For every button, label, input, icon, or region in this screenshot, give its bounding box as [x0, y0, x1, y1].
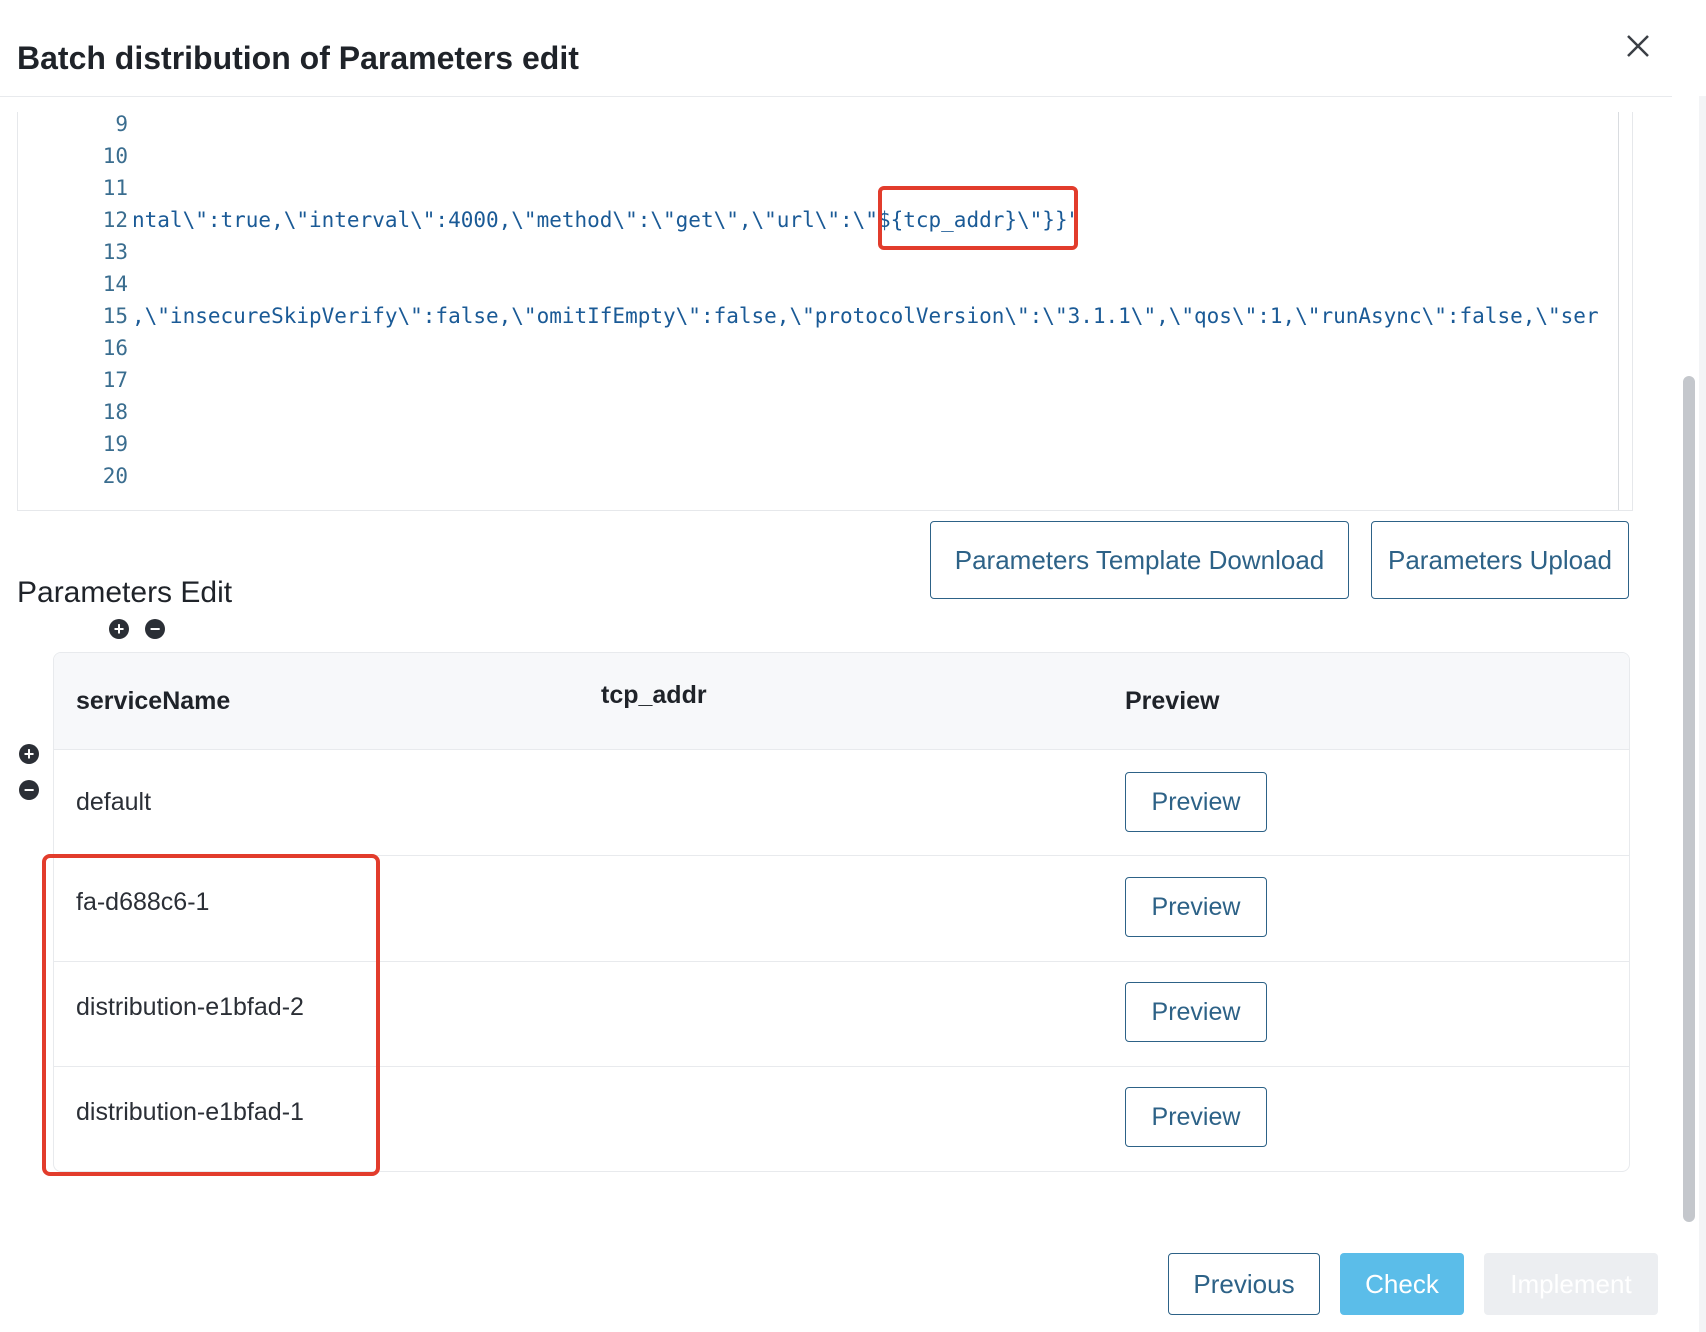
code-line: 13	[18, 240, 1632, 272]
section-title: Parameters Edit	[17, 576, 233, 609]
code-line: 11	[18, 176, 1632, 208]
code-line: 17	[18, 368, 1632, 400]
dialog-header: Batch distribution of Parameters edit	[0, 0, 1706, 97]
line-number: 14	[102, 272, 128, 296]
code-text: ,\"insecureSkipVerify\":false,\"omitIfEm…	[132, 304, 1599, 328]
preview-button[interactable]: Preview	[1125, 772, 1267, 832]
column-header-servicename: serviceName	[76, 687, 231, 715]
line-number: 10	[102, 144, 128, 168]
add-column-icon[interactable]: +	[109, 619, 129, 639]
code-line: 19	[18, 432, 1632, 464]
scrollbar-thumb[interactable]	[1683, 376, 1695, 1222]
dialog-title: Batch distribution of Parameters edit	[17, 40, 579, 76]
editor-divider	[1618, 112, 1619, 510]
line-number: 13	[102, 240, 128, 264]
code-line: 16	[18, 336, 1632, 368]
remove-column-icon[interactable]: −	[145, 619, 165, 639]
preview-button[interactable]: Preview	[1125, 877, 1267, 937]
column-header-tcp-addr: tcp_addr	[601, 681, 707, 709]
line-number: 12	[102, 208, 128, 232]
table-header: serviceName tcp_addr Preview	[54, 653, 1629, 750]
line-number: 18	[102, 400, 128, 424]
code-line: 9	[18, 112, 1632, 144]
template-download-button[interactable]: Parameters Template Download	[930, 521, 1349, 599]
preview-button[interactable]: Preview	[1125, 982, 1267, 1042]
line-number: 20	[102, 464, 128, 488]
implement-button: Implement	[1484, 1253, 1658, 1315]
upload-button[interactable]: Parameters Upload	[1371, 521, 1629, 599]
service-name-cell: default	[76, 788, 152, 816]
preview-button[interactable]: Preview	[1125, 1087, 1267, 1147]
column-header-preview: Preview	[1125, 687, 1220, 715]
code-line: 12 ntal\":true,\"interval\":4000,\"metho…	[18, 208, 1632, 240]
code-line: 10	[18, 144, 1632, 176]
table-row: default Preview	[54, 750, 1629, 856]
remove-row-icon[interactable]: −	[19, 780, 39, 800]
highlight-annotation-placeholder	[878, 186, 1078, 250]
close-icon[interactable]	[1620, 28, 1656, 64]
add-row-icon[interactable]: +	[19, 744, 39, 764]
line-number: 17	[102, 368, 128, 392]
line-number: 11	[102, 176, 128, 200]
line-number: 16	[102, 336, 128, 360]
line-number: 15	[102, 304, 128, 328]
code-line: 20	[18, 464, 1632, 496]
check-button[interactable]: Check	[1340, 1253, 1464, 1315]
line-number: 19	[102, 432, 128, 456]
code-line: 14	[18, 272, 1632, 304]
previous-button[interactable]: Previous	[1168, 1253, 1320, 1315]
code-line: 18	[18, 400, 1632, 432]
code-line: 15 ,\"insecureSkipVerify\":false,\"omitI…	[18, 304, 1632, 336]
line-number: 9	[115, 112, 128, 136]
background-strip	[1699, 96, 1706, 1332]
code-editor[interactable]: 9 10 11 12 ntal\":true,\"interval\":4000…	[17, 112, 1633, 511]
highlight-annotation-rows	[42, 854, 380, 1176]
